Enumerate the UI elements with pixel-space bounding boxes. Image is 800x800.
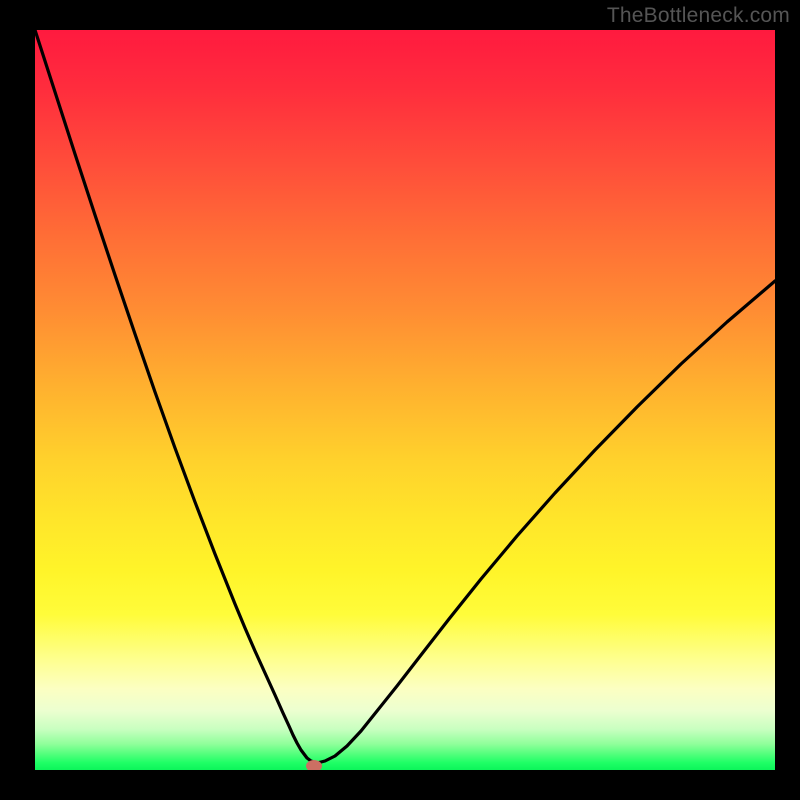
- chart-plot-area: [35, 30, 775, 770]
- bottleneck-curve: [35, 30, 775, 763]
- watermark-text: TheBottleneck.com: [607, 4, 790, 28]
- chart-svg: [35, 30, 775, 770]
